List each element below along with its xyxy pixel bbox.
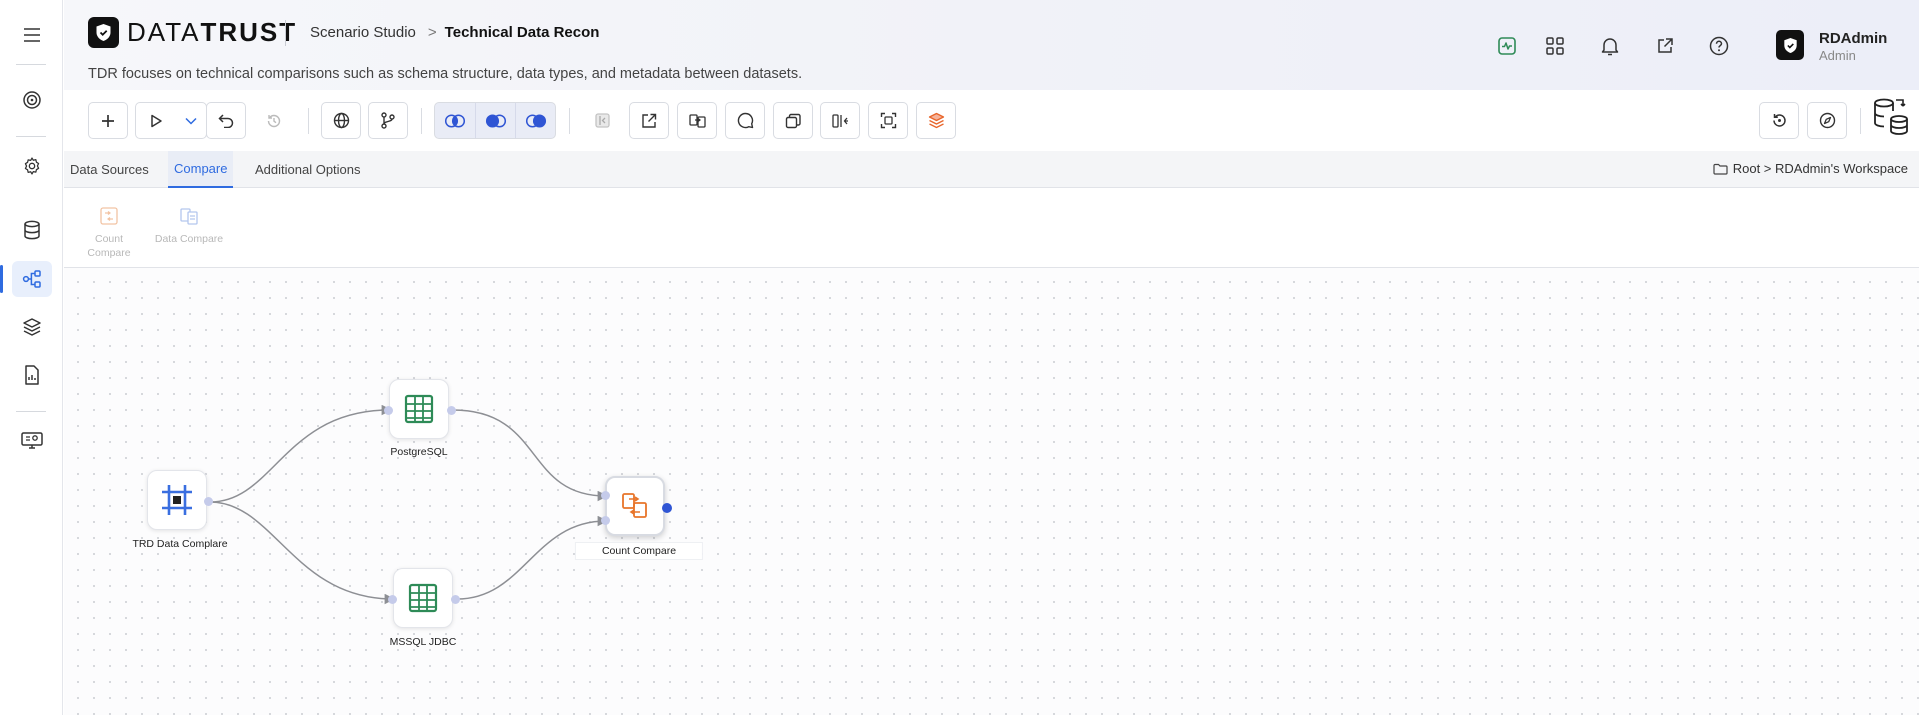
tab-additional-options[interactable]: Additional Options bbox=[249, 151, 367, 188]
node-label: MSSQL JDBC bbox=[389, 636, 457, 648]
table-icon bbox=[408, 583, 438, 613]
palette-label: Data Compare bbox=[154, 233, 224, 245]
port-output[interactable] bbox=[447, 406, 456, 415]
undo-button[interactable] bbox=[206, 102, 246, 139]
node-postgresql[interactable] bbox=[389, 379, 449, 439]
fit-view-button[interactable] bbox=[868, 102, 908, 139]
left-join-icon[interactable] bbox=[475, 103, 515, 138]
activity-icon[interactable] bbox=[1492, 31, 1522, 61]
help-icon[interactable] bbox=[1704, 31, 1734, 61]
avatar[interactable] bbox=[1776, 30, 1804, 60]
database-sync-icon[interactable] bbox=[1868, 94, 1914, 140]
header-divider bbox=[285, 20, 286, 46]
table-icon bbox=[404, 394, 434, 424]
count-compare-icon bbox=[100, 207, 118, 225]
tab-data-sources[interactable]: Data Sources bbox=[64, 151, 155, 188]
chevron-down-icon[interactable] bbox=[176, 103, 206, 138]
node-label: PostgreSQL bbox=[390, 446, 448, 458]
grid-icon[interactable] bbox=[1540, 31, 1570, 61]
branch-button[interactable] bbox=[368, 102, 408, 139]
port-output[interactable] bbox=[204, 497, 213, 506]
compass-button[interactable] bbox=[1807, 102, 1847, 139]
toolbar-divider bbox=[308, 108, 309, 134]
breadcrumb: Scenario Studio > Technical Data Recon bbox=[310, 24, 599, 41]
frame-icon bbox=[162, 485, 192, 515]
data-compare-icon bbox=[180, 208, 198, 225]
right-join-icon[interactable] bbox=[515, 103, 555, 138]
menu-icon[interactable] bbox=[12, 17, 52, 53]
restore-button[interactable] bbox=[1759, 102, 1799, 139]
edge-trd-to-mssql bbox=[209, 501, 396, 605]
port-input[interactable] bbox=[601, 491, 610, 500]
breadcrumb-scenario-studio[interactable]: Scenario Studio bbox=[310, 24, 416, 41]
duplicate-button[interactable] bbox=[773, 102, 813, 139]
sidebar-divider bbox=[16, 64, 46, 65]
swap-panels-button[interactable] bbox=[820, 102, 860, 139]
monitor-settings-icon[interactable] bbox=[12, 422, 52, 458]
workflow-edges bbox=[209, 404, 609, 605]
node-mssql-jdbc[interactable] bbox=[393, 568, 453, 628]
app-header: DATATRUST Scenario Studio > Technical Da… bbox=[64, 0, 1919, 90]
user-role: Admin bbox=[1819, 48, 1856, 63]
toolbar-divider bbox=[569, 108, 570, 134]
workspace-path-text: Root > RDAdmin's Workspace bbox=[1732, 161, 1908, 176]
sidebar bbox=[0, 0, 63, 715]
compare-docs-button[interactable] bbox=[677, 102, 717, 139]
shield-icon bbox=[88, 17, 119, 48]
history-icon[interactable] bbox=[254, 102, 294, 139]
node-count-compare[interactable] bbox=[605, 476, 665, 536]
chevron-right-icon: > bbox=[427, 24, 437, 41]
layers-stack-button[interactable] bbox=[916, 102, 956, 139]
port-input[interactable] bbox=[388, 595, 397, 604]
toolbar-divider bbox=[1860, 108, 1861, 134]
node-label: TRD Data Complare bbox=[132, 538, 228, 550]
workflow-canvas[interactable]: TRD Data Complare PostgreSQL MSSQL JDBC … bbox=[64, 268, 1919, 715]
brand-logo[interactable]: DATATRUST bbox=[88, 17, 297, 48]
inner-join-icon[interactable] bbox=[435, 103, 475, 138]
folder-icon bbox=[1713, 163, 1728, 175]
compare-icon bbox=[622, 493, 647, 518]
port-input[interactable] bbox=[384, 406, 393, 415]
edge-trd-to-postgresql bbox=[209, 404, 393, 503]
page-subtitle: TDR focuses on technical comparisons suc… bbox=[88, 66, 803, 82]
gear-icon[interactable] bbox=[12, 148, 52, 184]
brand-name-light: DATA bbox=[127, 17, 201, 47]
user-name[interactable]: RDAdmin bbox=[1819, 30, 1887, 47]
run-button-group bbox=[135, 102, 207, 139]
open-external-button[interactable] bbox=[629, 102, 669, 139]
port-output[interactable] bbox=[662, 503, 672, 513]
edge-postgresql-to-count-compare bbox=[452, 409, 609, 502]
toolbar-divider bbox=[421, 108, 422, 134]
tab-compare[interactable]: Compare bbox=[168, 151, 234, 188]
layers-icon[interactable] bbox=[12, 309, 52, 345]
play-icon[interactable] bbox=[136, 103, 176, 138]
external-link-icon[interactable] bbox=[1650, 31, 1680, 61]
port-input[interactable] bbox=[601, 516, 610, 525]
port-output[interactable] bbox=[451, 595, 460, 604]
node-label: Count Compare bbox=[575, 543, 703, 559]
workspace-path[interactable]: Root > RDAdmin's Workspace bbox=[1713, 161, 1908, 176]
join-mode-group bbox=[434, 102, 556, 139]
comment-button[interactable] bbox=[725, 102, 765, 139]
add-button[interactable] bbox=[88, 102, 128, 139]
edge-mssql-to-count-compare bbox=[456, 515, 609, 600]
brand-name-bold: TRUST bbox=[200, 17, 298, 47]
palette-count-compare[interactable]: Count Compare bbox=[74, 206, 144, 260]
palette-data-compare[interactable]: Data Compare bbox=[154, 206, 224, 246]
flow-icon[interactable] bbox=[0, 261, 52, 297]
bell-icon[interactable] bbox=[1595, 31, 1625, 61]
database-icon[interactable] bbox=[12, 212, 52, 248]
tabs-bar: Data Sources Compare Additional Options … bbox=[64, 151, 1919, 188]
node-trd-data-compare[interactable] bbox=[147, 470, 207, 530]
target-icon[interactable] bbox=[12, 82, 52, 118]
component-palette: Count Compare Data Compare bbox=[64, 188, 1919, 268]
palette-label: Count Compare bbox=[87, 233, 131, 259]
toolbar bbox=[64, 90, 1919, 151]
page-title: Technical Data Recon bbox=[444, 24, 600, 41]
globe-button[interactable] bbox=[321, 102, 361, 139]
sidebar-divider bbox=[16, 136, 46, 137]
collapse-panel-icon[interactable] bbox=[582, 102, 622, 139]
report-icon[interactable] bbox=[12, 357, 52, 393]
sidebar-divider bbox=[16, 411, 46, 412]
